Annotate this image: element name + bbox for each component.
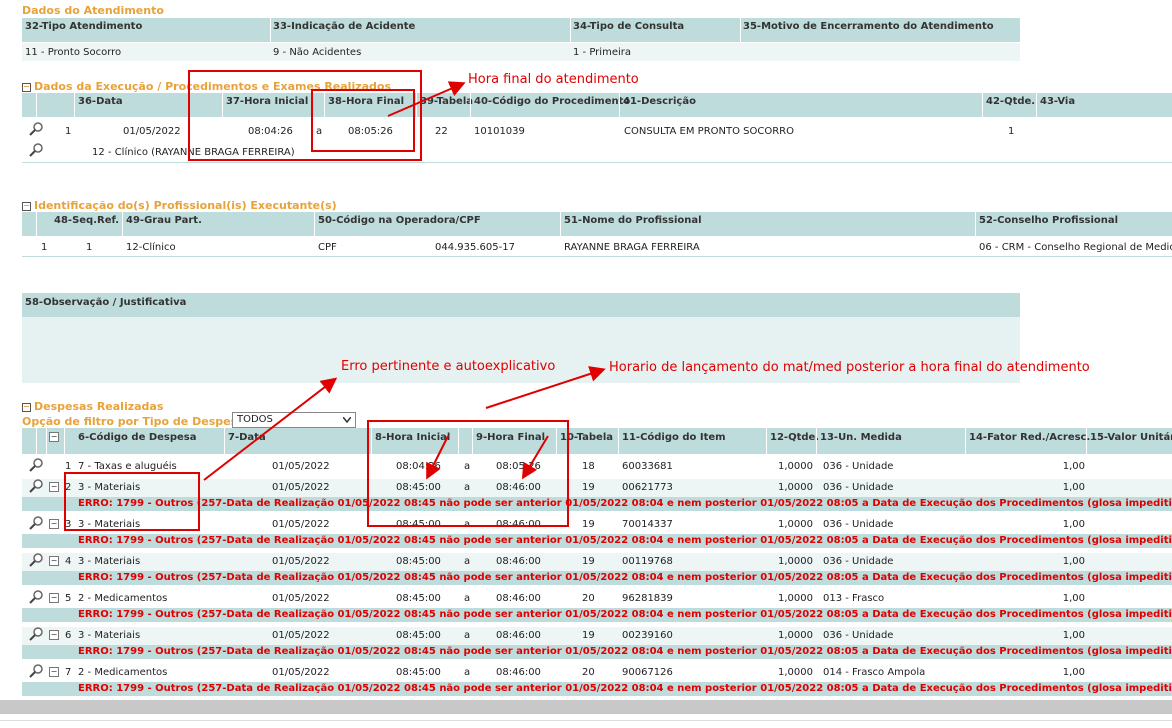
annotation-horario: Horario de lançamento do mat/med posteri… <box>609 360 1090 375</box>
annotation-hora-final: Hora final do atendimento <box>468 72 639 87</box>
annotation-erro: Erro pertinente e autoexplicativo <box>341 359 556 374</box>
